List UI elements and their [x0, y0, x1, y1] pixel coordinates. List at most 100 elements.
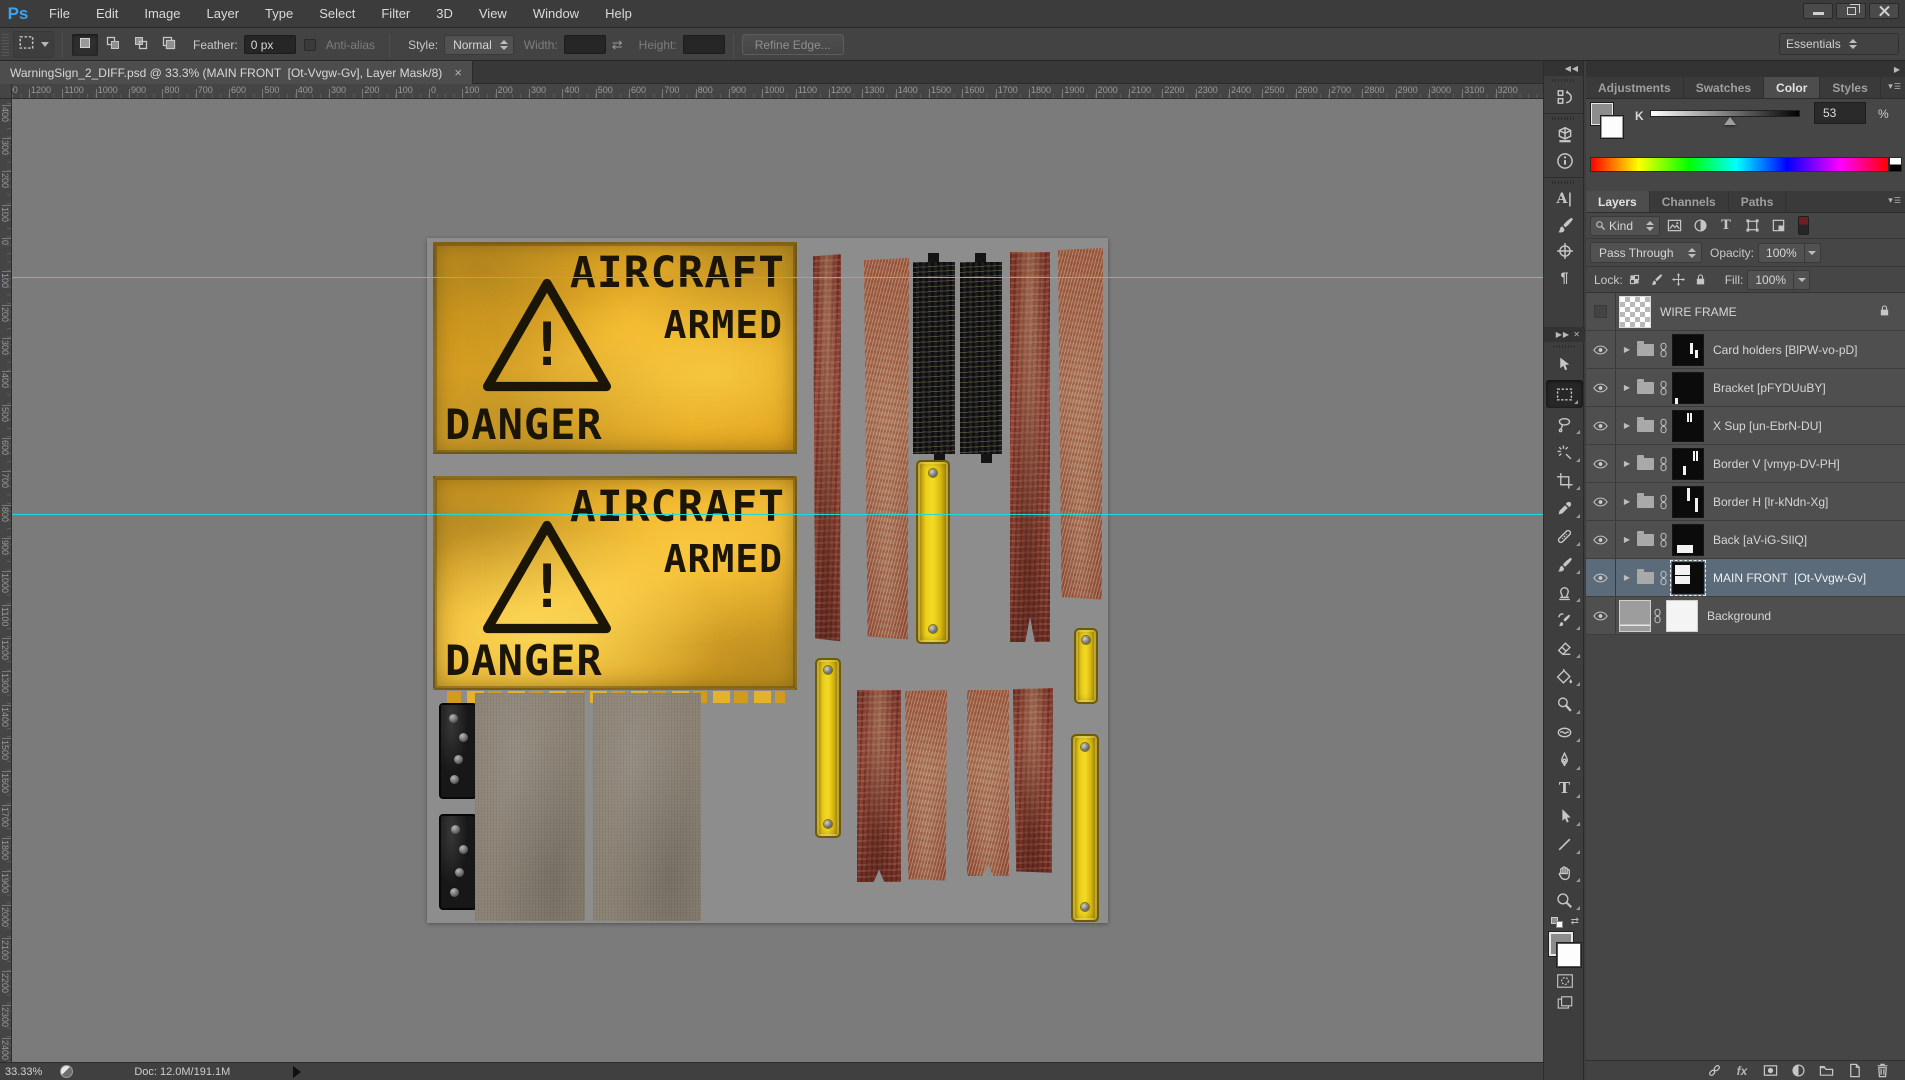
tools-dock-header[interactable]: ▶▶ ✕: [1544, 327, 1585, 342]
visibility-eye-icon[interactable]: [1586, 483, 1616, 520]
menu-layer[interactable]: Layer: [194, 6, 253, 21]
menu-window[interactable]: Window: [520, 6, 592, 21]
horizontal-ruler[interactable]: 1300120011001000900800700600500400300200…: [12, 84, 1543, 99]
visibility-eye-icon[interactable]: [1586, 445, 1616, 482]
brush-panel[interactable]: [1544, 212, 1585, 238]
path-selection-tool[interactable]: [1544, 802, 1585, 830]
new-adjustment-layer-button[interactable]: [1785, 1062, 1811, 1080]
options-grip[interactable]: [2, 34, 9, 56]
menu-help[interactable]: Help: [592, 6, 645, 21]
visibility-checkbox[interactable]: [1586, 293, 1616, 330]
expand-group-icon[interactable]: ▶: [1620, 497, 1634, 506]
color-spectrum-ramp[interactable]: [1590, 157, 1889, 172]
menu-filter[interactable]: Filter: [368, 6, 423, 21]
new-group-button[interactable]: [1813, 1062, 1839, 1080]
k-value-input[interactable]: 53: [1814, 102, 1866, 124]
type-layer-filter[interactable]: T: [1714, 216, 1738, 236]
menu-edit[interactable]: Edit: [83, 6, 131, 21]
intersect-selection-button[interactable]: [156, 34, 182, 56]
pixel-layer-filter[interactable]: [1662, 216, 1686, 236]
layer-mask-thumbnail[interactable]: [1666, 600, 1698, 632]
spot-healing-brush-tool[interactable]: [1544, 522, 1585, 550]
link-layers-button[interactable]: [1701, 1062, 1727, 1080]
magic-wand-tool[interactable]: [1544, 438, 1585, 466]
visibility-eye-icon[interactable]: [1586, 407, 1616, 444]
default-swap-colors[interactable]: ⇄: [1544, 914, 1585, 930]
drag-grip[interactable]: [1552, 79, 1576, 82]
spectrum-bw-swatches[interactable]: [1889, 157, 1902, 172]
quick-mask-button[interactable]: [1544, 970, 1585, 992]
drag-grip[interactable]: [1552, 181, 1576, 184]
visibility-eye-icon[interactable]: [1586, 331, 1616, 368]
lasso-tool[interactable]: [1544, 410, 1585, 438]
expand-group-icon[interactable]: ▶: [1620, 383, 1634, 392]
status-flow-icon[interactable]: [60, 1065, 73, 1078]
visibility-eye-icon[interactable]: [1586, 559, 1616, 596]
zoom-level-field[interactable]: 33.33%: [0, 1066, 48, 1078]
layer-row-back-av-ig-silq[interactable]: ▶Back [aV-iG-SIlQ]: [1586, 521, 1905, 559]
document-size-field[interactable]: Doc: 12.0M/191.1M: [107, 1066, 257, 1078]
horizontal-guide[interactable]: [12, 514, 1543, 515]
expand-group-icon[interactable]: ▶: [1620, 345, 1634, 354]
type-tool[interactable]: T: [1544, 774, 1585, 802]
collapse-panels-button[interactable]: ▶: [1586, 61, 1905, 77]
screen-mode-button[interactable]: [1544, 992, 1585, 1014]
visibility-eye-icon[interactable]: [1586, 597, 1616, 634]
layer-row-border-h-lr-kndn-xg[interactable]: ▶Border H [lr-kNdn-Xg]: [1586, 483, 1905, 521]
panel-menu-icon[interactable]: [1883, 195, 1901, 209]
smart-object-filter[interactable]: [1766, 216, 1790, 236]
width-input[interactable]: [564, 35, 606, 54]
shape-layer-filter[interactable]: [1740, 216, 1764, 236]
layer-mask-thumbnail[interactable]: [1672, 410, 1704, 442]
drag-grip[interactable]: [1553, 345, 1577, 348]
feather-input[interactable]: 0 px: [244, 35, 296, 54]
delete-layer-button[interactable]: [1869, 1062, 1895, 1080]
tab-styles[interactable]: Styles: [1820, 77, 1880, 98]
clone-source-panel[interactable]: [1544, 238, 1585, 264]
layer-mask-thumbnail[interactable]: [1672, 486, 1704, 518]
eyedropper-tool[interactable]: [1544, 494, 1585, 522]
ruler-corner[interactable]: [0, 84, 12, 99]
workspace-switcher[interactable]: Essentials: [1779, 33, 1899, 55]
new-selection-button[interactable]: [72, 34, 98, 56]
restore-button[interactable]: [1836, 3, 1866, 19]
add-to-selection-button[interactable]: [100, 34, 126, 56]
eraser-tool[interactable]: [1544, 634, 1585, 662]
layer-thumbnail[interactable]: [1619, 600, 1651, 632]
drag-grip[interactable]: [1552, 117, 1576, 120]
status-menu-arrow-icon[interactable]: [293, 1066, 301, 1078]
lock-all[interactable]: [1691, 270, 1711, 290]
menu-file[interactable]: File: [36, 6, 83, 21]
expand-group-icon[interactable]: ▶: [1620, 421, 1634, 430]
dodge-tool[interactable]: [1544, 690, 1585, 718]
layer-row-x-sup-un-ebrn-du[interactable]: ▶X Sup [un-EbrN-DU]: [1586, 407, 1905, 445]
character-panel[interactable]: A|: [1544, 186, 1585, 212]
layer-row-card-holders-blpw-vo-pd[interactable]: ▶Card holders [BlPW-vo-pD]: [1586, 331, 1905, 369]
document-tab[interactable]: WarningSign_2_DIFF.psd @ 33.3% (MAIN FRO…: [0, 61, 473, 84]
layer-mask-thumbnail[interactable]: [1672, 372, 1704, 404]
brush-tool[interactable]: [1544, 550, 1585, 578]
pen-tool[interactable]: [1544, 746, 1585, 774]
vertical-ruler[interactable]: 5004003002001000100200300400500600700800…: [0, 99, 12, 1062]
smudge-tool[interactable]: [1544, 718, 1585, 746]
expand-group-icon[interactable]: ▶: [1620, 573, 1634, 582]
anti-alias-checkbox[interactable]: [304, 39, 316, 51]
menu-select[interactable]: Select: [306, 6, 368, 21]
history-panel[interactable]: [1544, 84, 1585, 110]
minimize-button[interactable]: [1803, 3, 1833, 19]
filter-kind-select[interactable]: Kind: [1590, 216, 1660, 236]
rectangular-marquee-tool[interactable]: [1546, 380, 1583, 408]
crop-tool[interactable]: [1544, 466, 1585, 494]
menu-image[interactable]: Image: [131, 6, 193, 21]
horizontal-guide[interactable]: [12, 277, 1543, 278]
lock-transparency[interactable]: [1625, 270, 1645, 290]
history-brush-tool[interactable]: [1544, 606, 1585, 634]
background-color-swatch[interactable]: [1557, 943, 1581, 967]
tab-color[interactable]: Color: [1764, 77, 1820, 98]
layer-row-main-front-ot-vvgw-gv[interactable]: ▶MAIN FRONT [Ot-Vvgw-Gv]: [1586, 559, 1905, 597]
k-slider-thumb[interactable]: [1724, 117, 1736, 125]
panel-menu-icon[interactable]: [1883, 81, 1901, 95]
layer-mask-thumbnail[interactable]: [1672, 334, 1704, 366]
clone-stamp-tool[interactable]: [1544, 578, 1585, 606]
zoom-tool[interactable]: [1544, 886, 1585, 914]
